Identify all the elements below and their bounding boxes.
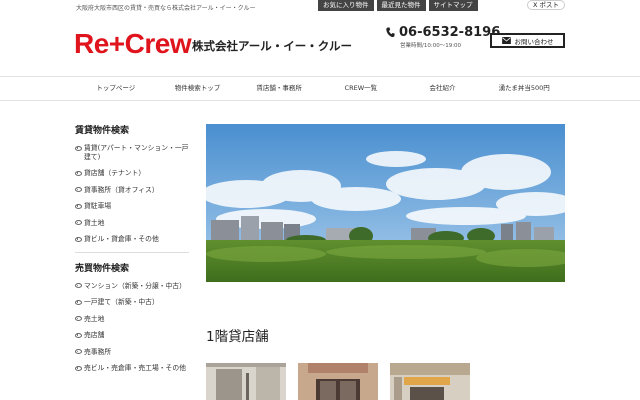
bullet-icon <box>75 187 82 192</box>
top-strip: 大阪府大阪市西区の賃貸・売買なら株式会社アール・イー・クルー お気に入り物件 最… <box>0 0 640 12</box>
sidebar-item-rent-other[interactable]: 貸ビル・貸倉庫・その他 <box>75 235 191 244</box>
site-logo[interactable]: Re+Crew <box>74 29 192 59</box>
x-post-button[interactable]: X ポスト <box>527 0 565 10</box>
sidebar-item-sale-store[interactable]: 売店舗 <box>75 331 191 340</box>
nav-item-donburi[interactable]: 湧たま丼当500円 <box>483 77 565 100</box>
sidebar-item-rent-store[interactable]: 貸店舗（テナント） <box>75 169 191 178</box>
property-thumbnail[interactable] <box>206 363 286 400</box>
nav-item-top[interactable]: トップページ <box>75 77 157 100</box>
sidebar-item-sale-other[interactable]: 売ビル・売倉庫・売工場・その他 <box>75 364 191 373</box>
hero-image <box>206 124 565 282</box>
bullet-icon <box>75 283 82 288</box>
sitemap-link[interactable]: サイトマップ <box>428 0 478 11</box>
mail-icon <box>501 37 511 44</box>
sidebar-item-rent-land[interactable]: 貸土地 <box>75 219 191 228</box>
phone-icon <box>386 27 395 38</box>
favorites-link[interactable]: お気に入り物件 <box>318 0 374 11</box>
recently-viewed-link[interactable]: 最近見た物件 <box>376 0 426 11</box>
bullet-icon <box>75 365 82 371</box>
bullet-icon <box>75 299 82 305</box>
nav-item-crew-list[interactable]: CREW一覧 <box>320 77 402 100</box>
contact-label: お問い合わせ <box>514 37 554 46</box>
sidebar-item-rent-residential[interactable]: 賃貸(アパート・マンション・一戸建て) <box>75 144 191 161</box>
sidebar-item-sale-office[interactable]: 売事務所 <box>75 348 191 357</box>
site-tagline: 大阪府大阪市西区の賃貸・売買なら株式会社アール・イー・クルー <box>76 5 256 12</box>
sidebar-item-sale-mansion[interactable]: マンション（新築・分譲・中古） <box>75 282 191 291</box>
business-hours: 営業時間/10:00〜19:00 <box>400 43 462 49</box>
sale-search-list: マンション（新築・分譲・中古） 一戸建て（新築・中古） 売土地 売店舗 売事務所… <box>75 282 191 373</box>
sidebar-item-sale-land[interactable]: 売土地 <box>75 315 191 324</box>
rent-search-list: 賃貸(アパート・マンション・一戸建て) 貸店舗（テナント） 貸事務所（貸オフィス… <box>75 144 191 244</box>
bullet-icon <box>75 145 82 151</box>
sidebar-item-rent-office[interactable]: 貸事務所（貸オフィス） <box>75 186 191 195</box>
bullet-icon <box>75 316 82 321</box>
nav-item-company[interactable]: 会社紹介 <box>402 77 484 100</box>
top-links: お気に入り物件 最近見た物件 サイトマップ <box>318 0 478 11</box>
phone-block: 06-6532-8196 <box>386 25 500 40</box>
bullet-icon <box>75 220 82 225</box>
sidebar-item-sale-house[interactable]: 一戸建て（新築・中古） <box>75 298 191 307</box>
sale-search-heading: 売買物件検索 <box>75 263 130 274</box>
nav-item-stores-offices[interactable]: 賃店舗・事務所 <box>238 77 320 100</box>
rent-search-heading: 賃貸物件検索 <box>75 126 130 136</box>
nav-item-property-search[interactable]: 物件検索トップ <box>157 77 239 100</box>
global-nav: トップページ 物件検索トップ 賃店舗・事務所 CREW一覧 会社紹介 湧たま丼当… <box>0 76 640 101</box>
property-thumbnail[interactable] <box>390 363 470 400</box>
section-title: 1階貸店舗 <box>206 329 269 345</box>
sidebar-item-rent-parking[interactable]: 貸駐車場 <box>75 202 191 211</box>
sidebar-divider <box>75 251 189 253</box>
bullet-icon <box>75 170 82 176</box>
phone-number[interactable]: 06-6532-8196 <box>399 25 500 40</box>
bullet-icon <box>75 349 82 354</box>
contact-button[interactable]: お問い合わせ <box>490 33 565 48</box>
bullet-icon <box>75 236 82 242</box>
bullet-icon <box>75 203 82 209</box>
company-name: 株式会社アール・イー・クルー <box>192 39 352 53</box>
sidebar: 賃貸物件検索 賃貸(アパート・マンション・一戸建て) 貸店舗（テナント） 貸事務… <box>75 123 191 381</box>
property-thumbnail[interactable] <box>298 363 378 400</box>
bullet-icon <box>75 332 82 338</box>
